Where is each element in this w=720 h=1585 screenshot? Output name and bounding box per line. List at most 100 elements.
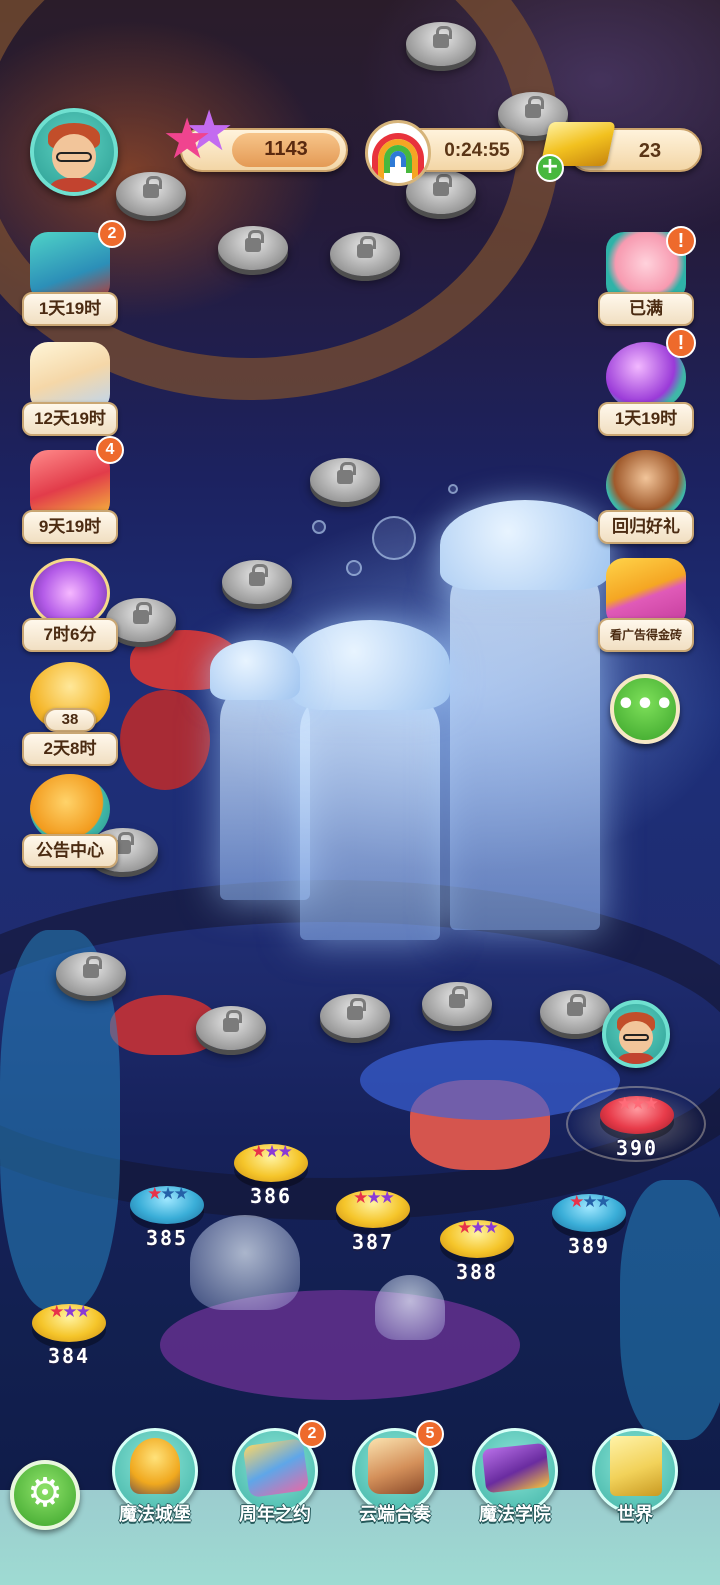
piggy-bank-button[interactable]: 已满 !: [598, 226, 696, 328]
lock-icon: [223, 1010, 242, 1032]
jellyfish: [375, 1275, 445, 1340]
castle-dome: [210, 640, 300, 700]
event-timer-label: 7时6分: [22, 618, 118, 652]
notification-badge: 2: [298, 1420, 326, 1448]
lock-icon: [245, 230, 264, 252]
paw-count-label: 38: [44, 708, 96, 732]
paw-event-button[interactable]: 38 2天8时: [22, 662, 118, 766]
nav-label: 云端合奏: [359, 1504, 431, 1524]
watch-ad-gold-button[interactable]: 看广告得金砖: [598, 558, 694, 654]
star-event-button[interactable]: 7时6分: [22, 558, 118, 654]
locked-level[interactable]: [56, 952, 126, 996]
event-timer-label: 2天8时: [22, 732, 118, 766]
level-385[interactable]: ★★★ 385: [130, 1180, 204, 1254]
nav-label: 周年之约: [239, 1504, 311, 1524]
lock-castle-icon: [130, 1438, 180, 1494]
notification-badge: 4: [96, 436, 124, 464]
game-map[interactable]: ★★★ 384 ★★★ 385 ★★★ 386 ★★★ 387 ★★★ 388 …: [0, 0, 720, 1585]
nav-cloud-ensemble[interactable]: 云端合奏 5: [340, 1420, 450, 1540]
level-389[interactable]: ★★★ 389: [552, 1188, 626, 1262]
lives-timer-value: 0:24:55: [444, 140, 510, 161]
lock-icon: [357, 236, 376, 258]
announcement-label: 公告中心: [22, 834, 118, 868]
level-stars: ★★★: [353, 1188, 395, 1208]
alert-badge: !: [666, 226, 696, 256]
locked-level[interactable]: [116, 172, 186, 216]
locked-level[interactable]: [540, 990, 610, 1034]
announcement-button[interactable]: 公告中心: [22, 774, 118, 870]
lock-icon: [143, 176, 162, 198]
nav-magic-castle[interactable]: 魔法城堡: [100, 1420, 210, 1540]
locked-level[interactable]: [310, 458, 380, 502]
anniversary-cards-icon: [242, 1438, 310, 1498]
level-390[interactable]: ★★★ 390: [600, 1090, 674, 1164]
train-event-button[interactable]: 1天19时 2: [22, 220, 126, 328]
locked-level[interactable]: [422, 982, 492, 1026]
locked-level[interactable]: [320, 994, 390, 1038]
alert-badge: !: [666, 328, 696, 358]
gold-value: 23: [638, 140, 662, 162]
bubble: [372, 516, 416, 560]
level-384[interactable]: ★★★ 384: [32, 1298, 106, 1372]
nav-label: 魔法城堡: [119, 1504, 191, 1524]
level-387[interactable]: ★★★ 387: [336, 1184, 410, 1258]
upper-path: [0, 0, 560, 400]
nav-anniversary[interactable]: 周年之约 2: [220, 1420, 330, 1540]
notification-badge: 2: [98, 220, 126, 248]
more-options-button[interactable]: •••: [610, 674, 680, 744]
nav-magic-academy[interactable]: 魔法学院: [460, 1420, 570, 1540]
watch-ad-label: 看广告得金砖: [598, 618, 694, 652]
level-stars: ★★★: [457, 1218, 499, 1238]
lock-icon: [133, 602, 152, 624]
level-stars: ★★★: [617, 1094, 659, 1114]
lock-icon: [337, 462, 356, 484]
bubble: [448, 484, 458, 494]
locked-level[interactable]: [406, 22, 476, 66]
stars-value: 1143: [264, 138, 308, 160]
locked-level[interactable]: [218, 226, 288, 270]
red-mushroom-coral: [120, 690, 210, 790]
locked-level[interactable]: [330, 232, 400, 276]
crystal-castle-left-tower: [220, 680, 310, 900]
level-number: 388: [455, 1260, 499, 1284]
profile-avatar[interactable]: [30, 108, 118, 196]
dress-event-button[interactable]: 12天19时: [22, 342, 118, 438]
event-timer-label: 1天19时: [22, 292, 118, 326]
rainbow-infinity-icon: [365, 120, 431, 186]
level-number: 386: [249, 1184, 293, 1208]
player-position-avatar[interactable]: [602, 1000, 670, 1068]
crystal-ball-event-button[interactable]: 1天19时 !: [598, 328, 696, 438]
blue-seaweed: [620, 1180, 720, 1440]
lock-icon: [449, 986, 468, 1008]
locked-level[interactable]: [196, 1006, 266, 1050]
nav-world[interactable]: 世界: [580, 1420, 690, 1540]
nav-label: 世界: [617, 1504, 653, 1524]
nav-label: 魔法学院: [479, 1504, 551, 1524]
bubble: [312, 520, 326, 534]
event-timer-label: 1天19时: [598, 402, 694, 436]
castle-dome: [290, 620, 450, 710]
level-stars: ★★★: [251, 1142, 293, 1162]
level-number: 389: [567, 1234, 611, 1258]
crystal-castle-tall-tower: [450, 560, 600, 930]
lock-icon: [83, 956, 102, 978]
settings-button[interactable]: ⚙: [10, 1460, 80, 1530]
music-box-icon: [368, 1438, 424, 1494]
return-gift-button[interactable]: 回归好礼: [598, 450, 694, 546]
level-386[interactable]: ★★★ 386: [234, 1138, 308, 1212]
level-number: 390: [615, 1136, 659, 1160]
world-map-icon: [610, 1436, 662, 1496]
piggy-bank-status: 已满: [598, 292, 694, 326]
locked-level[interactable]: [222, 560, 292, 604]
treasure-event-button[interactable]: 9天19时 4: [22, 436, 124, 546]
event-timer-label: 9天19时: [22, 510, 118, 544]
lock-icon: [433, 26, 452, 48]
add-gold-button[interactable]: +: [536, 154, 564, 182]
lock-icon: [525, 96, 544, 118]
level-388[interactable]: ★★★ 388: [440, 1214, 514, 1288]
event-timer-label: 12天19时: [22, 402, 118, 436]
avatar-glasses: [622, 1034, 650, 1042]
level-stars: ★★★: [49, 1302, 91, 1322]
level-number: 385: [145, 1226, 189, 1250]
avatar-glasses: [56, 152, 92, 162]
